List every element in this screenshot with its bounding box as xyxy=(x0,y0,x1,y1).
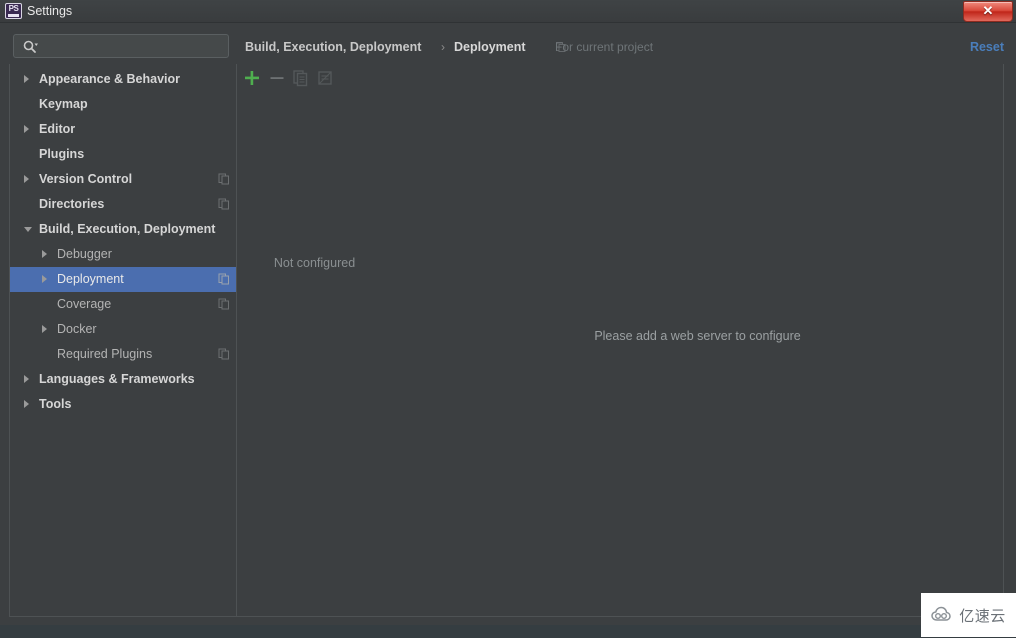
copy-scope-icon xyxy=(218,273,229,285)
chevron-right-icon[interactable] xyxy=(42,250,47,258)
minus-icon xyxy=(270,77,284,79)
deployment-detail-panel: Please add a web server to configure xyxy=(392,64,1004,617)
copy-scope-icon xyxy=(218,298,229,310)
sidebar-item-directories[interactable]: Directories xyxy=(10,192,236,217)
sidebar-item-label: Docker xyxy=(57,322,97,336)
search-icon xyxy=(23,40,38,53)
window-title: Settings xyxy=(27,4,73,18)
copy-scope-icon xyxy=(218,348,229,360)
sidebar-item-label: Keymap xyxy=(39,97,88,111)
chevron-right-icon[interactable] xyxy=(24,175,29,183)
breadcrumb-current: Deployment xyxy=(454,40,526,54)
close-button[interactable]: ✕ xyxy=(963,1,1013,22)
edit-document-icon xyxy=(318,71,332,85)
app-icon-bar xyxy=(8,14,19,17)
sidebar-item-label: Deployment xyxy=(57,272,124,286)
copy-icon xyxy=(293,70,308,87)
settings-tree[interactable]: Appearance & Behavior Keymap Editor Plugins… xyxy=(9,64,237,617)
sidebar-item-build-execution-deployment[interactable]: Build, Execution, Deployment xyxy=(10,217,236,242)
sidebar-item-label: Version Control xyxy=(39,172,133,186)
chevron-right-icon[interactable] xyxy=(24,400,29,408)
sidebar-item-debugger[interactable]: Debugger xyxy=(10,242,236,267)
copy-scope-icon xyxy=(218,198,229,210)
sidebar-item-label: Appearance & Behavior xyxy=(39,72,181,86)
title-bar: PS Settings ✕ xyxy=(0,0,1016,23)
sidebar-item-label: Debugger xyxy=(57,247,112,261)
chevron-right-icon[interactable] xyxy=(24,375,29,383)
settings-dialog: PS Settings ✕ Appearance & Behavior Keyma… xyxy=(0,0,1016,625)
sidebar-item-version-control[interactable]: Version Control xyxy=(10,167,236,192)
sidebar-item-required-plugins[interactable]: Required Plugins xyxy=(10,342,236,367)
sidebar-item-label: Languages & Frameworks xyxy=(39,372,195,386)
sidebar-item-label: Editor xyxy=(39,122,76,136)
chevron-right-icon[interactable] xyxy=(24,125,29,133)
sidebar-item-tools[interactable]: Tools xyxy=(10,392,236,417)
sidebar-item-coverage[interactable]: Coverage xyxy=(10,292,236,317)
cloud-logo-icon xyxy=(931,606,951,621)
copy-server-button[interactable] xyxy=(291,68,311,88)
plus-icon xyxy=(245,71,259,85)
sidebar-item-keymap[interactable]: Keymap xyxy=(10,92,236,117)
deployment-list-panel: Not configured xyxy=(237,64,393,617)
chevron-right-icon[interactable] xyxy=(24,75,29,83)
reset-link[interactable]: Reset xyxy=(970,38,1004,56)
sidebar-item-label: Build, Execution, Deployment xyxy=(39,222,216,236)
sidebar-item-label: Plugins xyxy=(39,147,85,161)
app-icon-label: PS xyxy=(8,4,19,13)
sidebar-item-languages-frameworks[interactable]: Languages & Frameworks xyxy=(10,367,236,392)
phpstorm-icon: PS xyxy=(5,3,22,19)
search-input[interactable] xyxy=(44,35,222,59)
sidebar-item-label: Required Plugins xyxy=(57,347,153,361)
breadcrumb-separator: › xyxy=(441,40,445,54)
chevron-right-icon[interactable] xyxy=(42,275,47,283)
sidebar-item-editor[interactable]: Editor xyxy=(10,117,236,142)
edit-server-button[interactable] xyxy=(315,68,335,88)
sidebar-item-docker[interactable]: Docker xyxy=(10,317,236,342)
copy-scope-icon xyxy=(218,173,229,185)
watermark: 亿速云 xyxy=(921,593,1016,637)
breadcrumb: Build, Execution, Deployment › Deploymen… xyxy=(245,38,1004,58)
list-toolbar xyxy=(237,64,392,92)
sidebar-item-appearance-behavior[interactable]: Appearance & Behavior xyxy=(10,67,236,92)
add-server-button[interactable] xyxy=(242,68,262,88)
sidebar-item-label: Directories xyxy=(39,197,105,211)
chevron-right-icon[interactable] xyxy=(42,325,47,333)
empty-list-text: Not configured xyxy=(273,256,356,270)
sidebar-item-label: Coverage xyxy=(57,297,112,311)
sidebar-item-deployment[interactable]: Deployment xyxy=(10,267,236,292)
remove-server-button[interactable] xyxy=(267,68,287,88)
scope-note: For current project xyxy=(555,40,654,54)
detail-empty-message: Please add a web server to configure xyxy=(594,329,801,343)
settings-search-box[interactable] xyxy=(13,34,229,59)
breadcrumb-parent[interactable]: Build, Execution, Deployment xyxy=(245,38,421,56)
close-icon: ✕ xyxy=(982,3,994,18)
chevron-down-icon[interactable] xyxy=(24,227,32,236)
watermark-text: 亿速云 xyxy=(959,607,1006,625)
sidebar-item-plugins[interactable]: Plugins xyxy=(10,142,236,167)
sidebar-item-label: Tools xyxy=(39,397,72,411)
